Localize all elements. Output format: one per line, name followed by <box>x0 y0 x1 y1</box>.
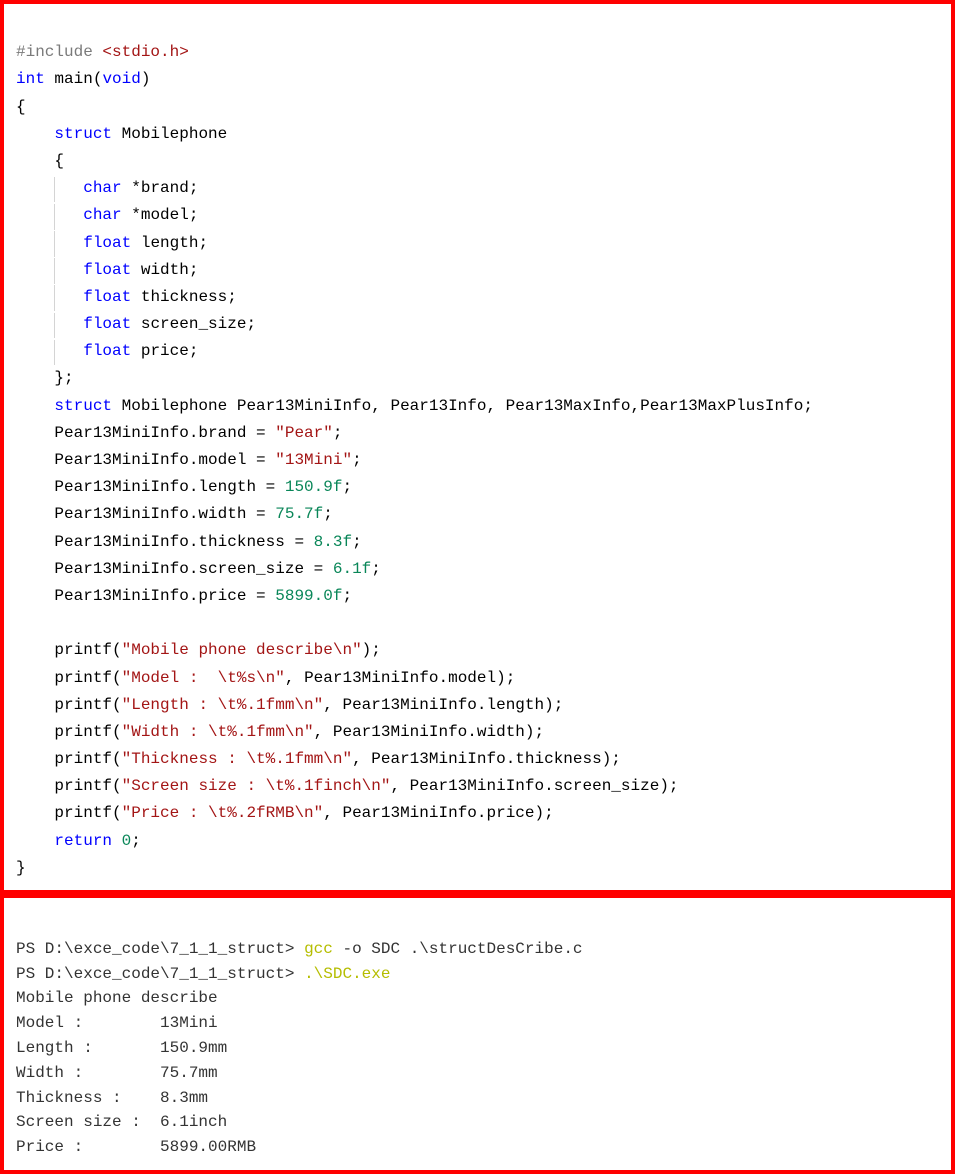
code-line: printf("Width : \t%.1fmm\n", Pear13MiniI… <box>16 723 544 741</box>
code-line: struct Mobilephone Pear13MiniInfo, Pear1… <box>16 397 813 415</box>
terminal-pane: PS D:\exce_code\7_1_1_struct> gcc -o SDC… <box>0 894 955 1174</box>
code-line: }; <box>16 369 74 387</box>
code-line: printf("Price : \t%.2fRMB\n", Pear13Mini… <box>16 804 554 822</box>
terminal-line: PS D:\exce_code\7_1_1_struct> .\SDC.exe <box>16 965 390 983</box>
code-line: Pear13MiniInfo.length = 150.9f; <box>16 478 352 496</box>
code-line: Pear13MiniInfo.screen_size = 6.1f; <box>16 560 381 578</box>
terminal-output-line: Model : 13Mini <box>16 1014 218 1032</box>
terminal-output-line: Price : 5899.00RMB <box>16 1138 256 1156</box>
code-line: Pear13MiniInfo.brand = "Pear"; <box>16 424 342 442</box>
terminal-output-line: Length : 150.9mm <box>16 1039 227 1057</box>
code-line: printf("Model : \t%s\n", Pear13MiniInfo.… <box>16 669 515 687</box>
code-line: Pear13MiniInfo.thickness = 8.3f; <box>16 533 362 551</box>
code-line: char *brand; <box>16 179 198 197</box>
code-line: float price; <box>16 342 198 360</box>
terminal-output-line: Thickness : 8.3mm <box>16 1089 208 1107</box>
code-line: Pear13MiniInfo.price = 5899.0f; <box>16 587 352 605</box>
terminal-line: PS D:\exce_code\7_1_1_struct> gcc -o SDC… <box>16 940 583 958</box>
code-line: printf("Thickness : \t%.1fmm\n", Pear13M… <box>16 750 621 768</box>
code-line: float thickness; <box>16 288 237 306</box>
code-editor-pane: #include <stdio.h> int main(void) { stru… <box>0 0 955 894</box>
code-line: return 0; <box>16 832 141 850</box>
code-line: printf("Mobile phone describe\n"); <box>16 641 381 659</box>
code-line: char *model; <box>16 206 198 224</box>
terminal-output-line: Width : 75.7mm <box>16 1064 218 1082</box>
code-line: float screen_size; <box>16 315 256 333</box>
code-line: Pear13MiniInfo.model = "13Mini"; <box>16 451 362 469</box>
code-line: printf("Length : \t%.1fmm\n", Pear13Mini… <box>16 696 563 714</box>
code-line: int main(void) <box>16 70 150 88</box>
code-line: Pear13MiniInfo.width = 75.7f; <box>16 505 333 523</box>
code-line: printf("Screen size : \t%.1finch\n", Pea… <box>16 777 679 795</box>
code-line: float width; <box>16 261 198 279</box>
code-line: { <box>16 98 26 116</box>
code-line: #include <stdio.h> <box>16 43 189 61</box>
code-line: } <box>16 859 26 877</box>
code-line: { <box>16 152 64 170</box>
code-line: struct Mobilephone <box>16 125 227 143</box>
code-line: float length; <box>16 234 208 252</box>
blank-line <box>16 614 26 632</box>
terminal-output-line: Mobile phone describe <box>16 989 218 1007</box>
